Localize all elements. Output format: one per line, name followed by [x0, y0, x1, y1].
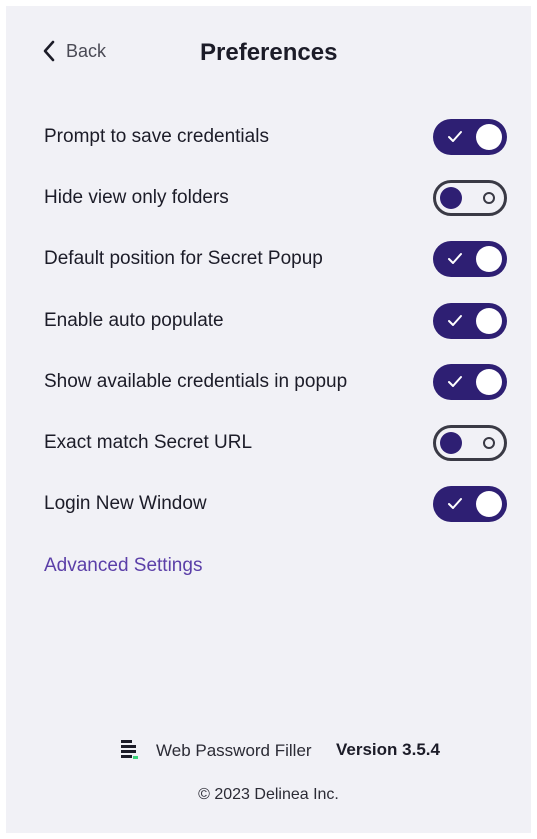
- header: Back Preferences: [6, 36, 531, 76]
- preference-row: Prompt to save credentials: [6, 106, 531, 167]
- toggle-off-indicator: [483, 437, 495, 450]
- preference-label: Enable auto populate: [44, 309, 224, 331]
- copyright: © 2023 Delinea Inc.: [198, 786, 339, 803]
- check-icon: [448, 375, 462, 387]
- preference-row: Login New Window: [6, 474, 531, 535]
- toggle-knob: [476, 368, 502, 395]
- preference-label: Exact match Secret URL: [44, 432, 253, 454]
- check-icon: [448, 314, 462, 326]
- advanced-settings-link[interactable]: Advanced Settings: [44, 555, 202, 577]
- preference-row: Show available credentials in popup: [6, 351, 531, 412]
- default-position-secret-popup-toggle[interactable]: [433, 241, 507, 278]
- toggle-knob: [476, 123, 502, 150]
- hide-view-only-folders-toggle[interactable]: [433, 179, 507, 216]
- toggle-knob: [440, 186, 462, 209]
- preference-label: Login New Window: [44, 493, 207, 515]
- preference-label: Prompt to save credentials: [44, 125, 269, 147]
- delinea-logo-icon: [121, 740, 138, 759]
- product-name: Web Password Filler: [156, 741, 312, 760]
- check-icon: [448, 130, 462, 142]
- toggle-off-indicator: [483, 191, 495, 204]
- preference-list: Prompt to save credentials Hide view onl…: [6, 106, 531, 535]
- chevron-left-icon: [43, 40, 55, 62]
- preference-row: Default position for Secret Popup: [6, 229, 531, 290]
- back-label: Back: [66, 40, 107, 61]
- preference-row: Exact match Secret URL: [6, 412, 531, 473]
- preference-row: Enable auto populate: [6, 290, 531, 351]
- toggle-knob: [440, 432, 462, 455]
- toggle-knob: [476, 307, 502, 334]
- footer: Web Password Filler Version 3.5.4: [6, 737, 531, 767]
- check-icon: [448, 498, 462, 510]
- enable-auto-populate-toggle[interactable]: [433, 302, 507, 339]
- preference-label: Show available credentials in popup: [44, 370, 348, 392]
- toggle-knob: [476, 246, 502, 273]
- exact-match-secret-url-toggle[interactable]: [433, 425, 507, 462]
- toggle-knob: [476, 491, 502, 518]
- page-title: Preferences: [200, 39, 338, 66]
- preference-label: Default position for Secret Popup: [44, 248, 323, 270]
- back-button[interactable]: Back: [42, 40, 106, 62]
- version-label: Version 3.5.4: [336, 740, 440, 759]
- preference-row: Hide view only folders: [6, 167, 531, 228]
- prompt-save-credentials-toggle[interactable]: [433, 118, 507, 155]
- login-new-window-toggle[interactable]: [433, 486, 507, 523]
- preferences-panel: Back Preferences Prompt to save credenti…: [6, 6, 531, 833]
- check-icon: [448, 253, 462, 265]
- preference-label: Hide view only folders: [44, 186, 229, 208]
- show-credentials-in-popup-toggle[interactable]: [433, 363, 507, 400]
